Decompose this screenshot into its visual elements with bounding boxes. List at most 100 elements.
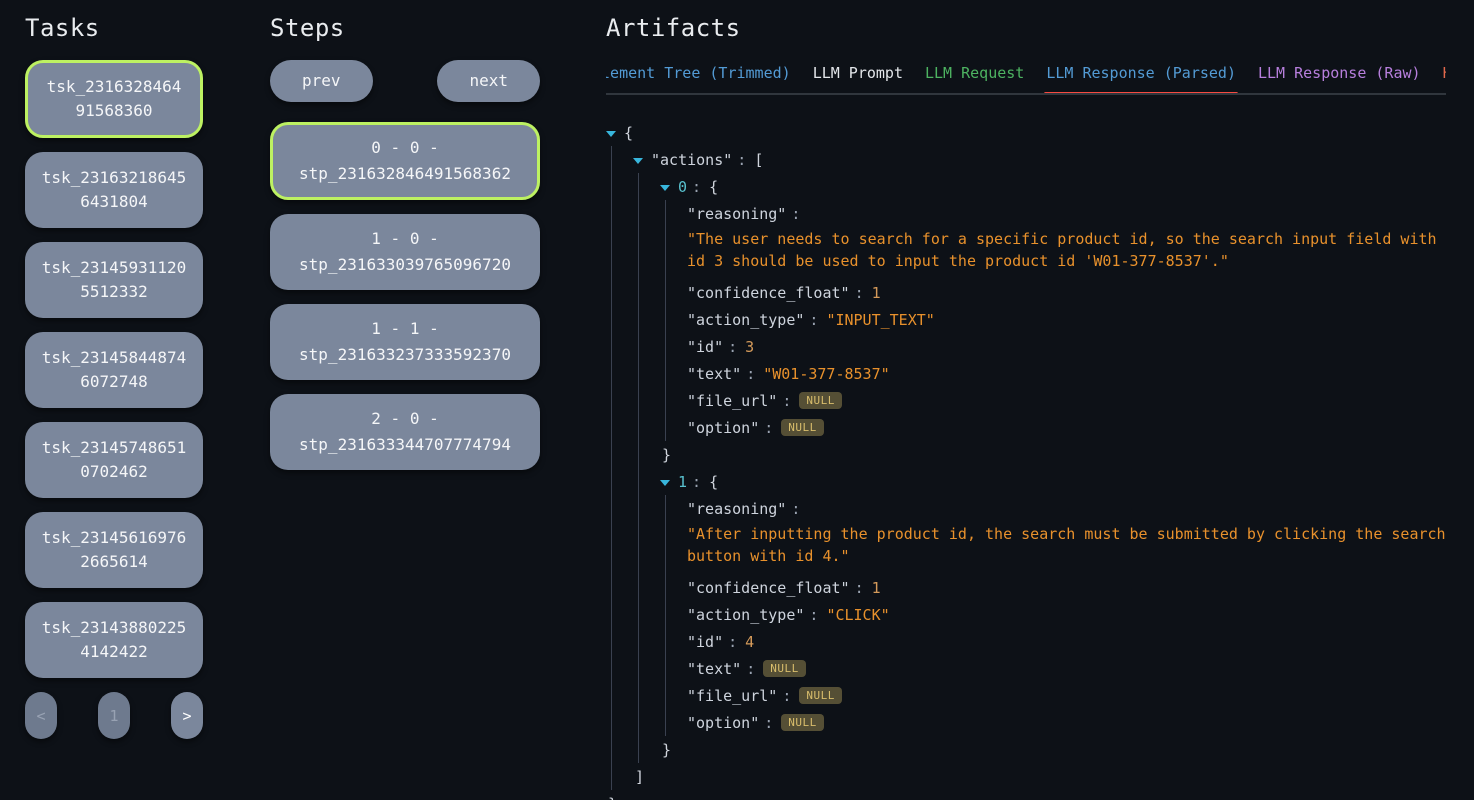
collapse-arrow-icon[interactable] bbox=[633, 158, 643, 164]
pagination-next-button[interactable]: > bbox=[171, 692, 203, 739]
app-root: Tasks tsk_231632846491568360 tsk_23163218… bbox=[0, 0, 1474, 800]
task-button[interactable]: tsk_231456169762665614 bbox=[25, 512, 203, 588]
tab-llm-response-parsed[interactable]: LLM Response (Parsed) bbox=[1046, 64, 1236, 93]
json-open-row: "actions":[ bbox=[633, 146, 1446, 173]
json-colon: : bbox=[746, 660, 755, 678]
json-null-badge: NULL bbox=[781, 714, 824, 731]
step-button[interactable]: 1 - 0 - stp_231633039765096720 bbox=[270, 214, 540, 290]
tab-llm-prompt[interactable]: LLM Prompt bbox=[813, 64, 903, 93]
task-button[interactable]: tsk_231459311205512332 bbox=[25, 242, 203, 318]
json-colon: : bbox=[692, 178, 701, 196]
artifacts-title: Artifacts bbox=[606, 14, 1446, 42]
json-number-value: 3 bbox=[745, 338, 754, 356]
json-string-value: "The user needs to search for a specific… bbox=[687, 228, 1446, 272]
json-leaf-row: "file_url": NULL bbox=[687, 682, 1446, 709]
json-colon: : bbox=[746, 365, 755, 383]
tab-llm-request[interactable]: LLM Request bbox=[925, 64, 1024, 93]
json-open-bracket: { bbox=[709, 178, 718, 196]
json-key: 1 bbox=[678, 473, 687, 491]
json-key: "actions" bbox=[651, 151, 732, 169]
json-string-value: "INPUT_TEXT" bbox=[826, 311, 934, 329]
artifacts-tab-bar: Element Tree (Trimmed) LLM Prompt LLM Requ… bbox=[606, 64, 1446, 95]
json-node: 0:{"reasoning":"The user needs to search… bbox=[660, 173, 1446, 468]
json-children: "actions":[0:{"reasoning":"The user need… bbox=[611, 146, 1446, 790]
task-button[interactable]: tsk_231632186456431804 bbox=[25, 152, 203, 228]
json-string-value: "CLICK" bbox=[826, 606, 889, 624]
tasks-title: Tasks bbox=[25, 14, 203, 42]
json-key: "reasoning" bbox=[687, 205, 786, 223]
tab-llm-response-raw[interactable]: LLM Response (Raw) bbox=[1258, 64, 1421, 93]
collapse-arrow-icon[interactable] bbox=[660, 480, 670, 486]
json-key: "reasoning" bbox=[687, 500, 786, 518]
json-key: "file_url" bbox=[687, 392, 777, 410]
json-close-row: } bbox=[606, 790, 1446, 800]
json-colon: : bbox=[764, 419, 773, 437]
json-node: "actions":[0:{"reasoning":"The user need… bbox=[633, 146, 1446, 790]
steps-prev-button[interactable]: prev bbox=[270, 60, 373, 102]
json-leaf-row: "option":NULL bbox=[687, 414, 1446, 441]
json-leaf-row: "option": NULL bbox=[687, 709, 1446, 736]
json-key: "text" bbox=[687, 365, 741, 383]
task-button[interactable]: tsk_231438802254142422 bbox=[25, 602, 203, 678]
json-close-row: } bbox=[660, 736, 1446, 763]
json-close-row: ] bbox=[633, 763, 1446, 790]
json-key: "id" bbox=[687, 338, 723, 356]
step-button[interactable]: 2 - 0 - stp_231633344707774794 bbox=[270, 394, 540, 470]
json-leaf-row: "text": "W01-377-8537" bbox=[687, 360, 1446, 387]
steps-title: Steps bbox=[270, 14, 540, 42]
json-string-value: "W01-377-8537" bbox=[763, 365, 889, 383]
json-colon: : bbox=[791, 205, 800, 223]
pagination-prev-button[interactable]: < bbox=[25, 692, 57, 739]
json-colon: : bbox=[692, 473, 701, 491]
json-children: "reasoning": "After inputting the product… bbox=[665, 495, 1446, 736]
json-colon: : bbox=[809, 606, 818, 624]
steps-list: 0 - 0 - stp_231632846491568362 1 - 0 - st… bbox=[270, 122, 540, 470]
task-button[interactable]: tsk_231632846491568360 bbox=[25, 60, 203, 138]
json-key: "confidence_float" bbox=[687, 284, 850, 302]
json-null-badge: NULL bbox=[763, 660, 806, 677]
json-null-badge: NULL bbox=[799, 392, 842, 409]
step-button[interactable]: 1 - 1 - stp_231633237333592370 bbox=[270, 304, 540, 380]
task-button[interactable]: tsk_231457486510702462 bbox=[25, 422, 203, 498]
json-key: "confidence_float" bbox=[687, 579, 850, 597]
steps-panel: Steps prev next 0 - 0 - stp_231632846491… bbox=[270, 12, 540, 800]
json-leaf-row: "confidence_float":1 bbox=[687, 279, 1446, 306]
json-open-row: 0:{ bbox=[660, 173, 1446, 200]
json-leaf-row: "action_type": "CLICK" bbox=[687, 601, 1446, 628]
json-key: "action_type" bbox=[687, 606, 804, 624]
json-open-bracket: [ bbox=[754, 151, 763, 169]
tab-html-raw[interactable]: Html (Raw) bbox=[1443, 64, 1446, 93]
json-key: "option" bbox=[687, 714, 759, 732]
json-key: "action_type" bbox=[687, 311, 804, 329]
json-children: "reasoning":"The user needs to search fo… bbox=[665, 200, 1446, 441]
json-key: "text" bbox=[687, 660, 741, 678]
collapse-arrow-icon[interactable] bbox=[660, 185, 670, 191]
json-null-badge: NULL bbox=[799, 687, 842, 704]
json-leaf-row: "action_type":"INPUT_TEXT" bbox=[687, 306, 1446, 333]
json-leaf-row: "text": NULL bbox=[687, 655, 1446, 682]
json-tree-viewer: {"actions":[0:{"reasoning":"The user nee… bbox=[606, 119, 1446, 800]
json-string-value: "After inputting the product id, the sea… bbox=[687, 523, 1446, 567]
json-colon: : bbox=[764, 714, 773, 732]
json-number-value: 4 bbox=[745, 633, 754, 651]
json-close-row: } bbox=[660, 441, 1446, 468]
json-leaf-row: "reasoning": bbox=[687, 200, 1446, 227]
json-leaf-row: "confidence_float":1 bbox=[687, 574, 1446, 601]
steps-next-button[interactable]: next bbox=[437, 60, 540, 102]
task-button[interactable]: tsk_231458448746072748 bbox=[25, 332, 203, 408]
json-colon: : bbox=[782, 687, 791, 705]
json-leaf-row: "id":4 bbox=[687, 628, 1446, 655]
pagination-page-button[interactable]: 1 bbox=[98, 692, 130, 739]
json-colon: : bbox=[728, 338, 737, 356]
step-button[interactable]: 0 - 0 - stp_231632846491568362 bbox=[270, 122, 540, 200]
json-leaf-row: "file_url":NULL bbox=[687, 387, 1446, 414]
json-colon: : bbox=[728, 633, 737, 651]
collapse-arrow-icon[interactable] bbox=[606, 131, 616, 137]
tasks-panel: Tasks tsk_231632846491568360 tsk_23163218… bbox=[25, 12, 203, 800]
json-children: 0:{"reasoning":"The user needs to search… bbox=[638, 173, 1446, 763]
json-key: "file_url" bbox=[687, 687, 777, 705]
json-colon: : bbox=[791, 500, 800, 518]
json-leaf-row: "id":3 bbox=[687, 333, 1446, 360]
tab-element-tree-trimmed[interactable]: Element Tree (Trimmed) bbox=[606, 64, 791, 93]
json-open-row: 1:{ bbox=[660, 468, 1446, 495]
